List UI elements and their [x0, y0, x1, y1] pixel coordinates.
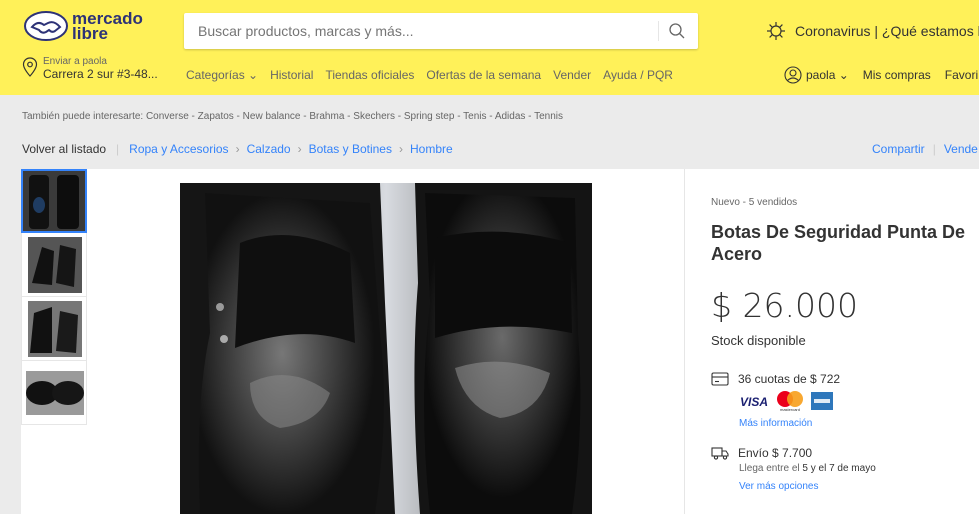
more-info-link[interactable]: Más información: [739, 418, 812, 429]
thumbnail-2[interactable]: [21, 233, 87, 297]
stock-status: Stock disponible: [711, 333, 806, 348]
nav-sell[interactable]: Vender: [553, 68, 591, 82]
svg-text:VISA: VISA: [740, 395, 768, 408]
search-icon[interactable]: [668, 22, 686, 40]
sell-similar-link[interactable]: Vende: [944, 142, 978, 156]
breadcrumb: Volver al listado | Ropa y Accesorios › …: [22, 142, 453, 156]
share-link[interactable]: Compartir: [872, 142, 925, 156]
thumbnail-2-image: [22, 233, 86, 296]
user-menu[interactable]: paola ⌄: [806, 68, 849, 82]
thumbnail-4[interactable]: [21, 361, 87, 425]
location-pin-icon: [22, 57, 38, 77]
amex-logo-icon: [811, 392, 833, 410]
thumbnail-4-image: [22, 361, 86, 424]
breadcrumb-separator: |: [116, 142, 120, 156]
arrive-prefix: Llega entre el: [739, 463, 803, 474]
product-condition: Nuevo - 5 vendidos: [711, 197, 798, 208]
product-panel: Nuevo - 5 vendidos Botas De Seguridad Pu…: [21, 169, 979, 514]
handshake-logo-icon: [24, 11, 68, 41]
related-searches[interactable]: También puede interesarte: Converse - Za…: [22, 111, 563, 122]
breadcrumb-footwear[interactable]: Calzado: [247, 142, 291, 156]
installments-text: 36 cuotas de $ 722: [738, 372, 841, 386]
thumbnail-3-image: [22, 297, 86, 360]
nav-history[interactable]: Historial: [270, 68, 313, 82]
promo-text: Coronavirus | ¿Qué estamos h: [795, 23, 979, 39]
link-separator: |: [932, 142, 936, 156]
delivery-estimate: Llega entre el 5 y el 7 de mayo: [739, 463, 876, 474]
search-divider: [658, 21, 659, 41]
thumbnail-1[interactable]: [21, 169, 87, 233]
virus-icon: [767, 22, 785, 40]
boots-photo: [180, 183, 592, 514]
mercadolibre-logo[interactable]: mercado libre: [24, 9, 174, 43]
shipping-location[interactable]: Enviar a paola Carrera 2 sur #3-48...: [22, 57, 158, 81]
arrive-dates: 5 y el 7 de mayo: [802, 463, 876, 474]
share-sell-links: Compartir | Vende: [872, 142, 978, 156]
search-input[interactable]: [184, 13, 654, 49]
nav-official-stores[interactable]: Tiendas oficiales: [325, 68, 414, 82]
product-title: Botas De Seguridad Punta De Acero: [711, 222, 966, 264]
more-shipping-options-link[interactable]: Ver más opciones: [739, 481, 819, 492]
product-main-image[interactable]: [180, 183, 592, 514]
product-price: $ 26.000: [711, 286, 858, 325]
header: mercado libre Coronavirus | ¿Qué estamos…: [0, 0, 979, 95]
chevron-right-icon: ›: [235, 142, 240, 156]
location-address: Carrera 2 sur #3-48...: [43, 67, 158, 81]
shipping-cost: Envío $ 7.700: [711, 446, 812, 460]
main-nav: Categorías ⌄ Historial Tiendas oficiales…: [186, 68, 685, 82]
shipping-text: Envío $ 7.700: [738, 446, 813, 460]
location-label: Enviar a paola: [43, 56, 107, 67]
thumbnail-3[interactable]: [21, 297, 87, 361]
installments: 36 cuotas de $ 722: [711, 372, 840, 386]
coronavirus-promo[interactable]: Coronavirus | ¿Qué estamos h: [765, 20, 979, 42]
logo-line-2: libre: [72, 24, 108, 43]
payment-logos: VISA mastercard: [739, 390, 833, 412]
nav-categories[interactable]: Categorías ⌄: [186, 68, 258, 82]
thumbnail-gallery: [21, 169, 87, 425]
credit-card-icon: [711, 372, 729, 386]
chevron-right-icon: ›: [398, 142, 403, 156]
back-to-list-link[interactable]: Volver al listado: [22, 142, 106, 156]
thumbnail-1-image: [23, 171, 85, 231]
breadcrumb-boots[interactable]: Botas y Botines: [309, 142, 392, 156]
breadcrumb-men[interactable]: Hombre: [410, 142, 453, 156]
my-purchases-link[interactable]: Mis compras: [863, 68, 931, 82]
breadcrumb-clothing[interactable]: Ropa y Accesorios: [129, 142, 228, 156]
nav-weekly-offers[interactable]: Ofertas de la semana: [426, 68, 541, 82]
visa-logo-icon: VISA: [740, 395, 768, 408]
user-nav: paola ⌄ Mis compras Favori: [784, 66, 978, 84]
logo-text: mercado libre: [72, 10, 143, 43]
truck-icon: [711, 447, 729, 460]
mastercard-logo-icon: mastercard: [777, 391, 803, 412]
user-avatar-icon[interactable]: [784, 66, 802, 84]
nav-help[interactable]: Ayuda / PQR: [603, 68, 673, 82]
favorites-link[interactable]: Favori: [945, 68, 978, 82]
chevron-right-icon: ›: [297, 142, 302, 156]
column-divider: [684, 169, 685, 514]
search-box: [184, 13, 698, 49]
svg-text:mastercard: mastercard: [780, 407, 800, 412]
